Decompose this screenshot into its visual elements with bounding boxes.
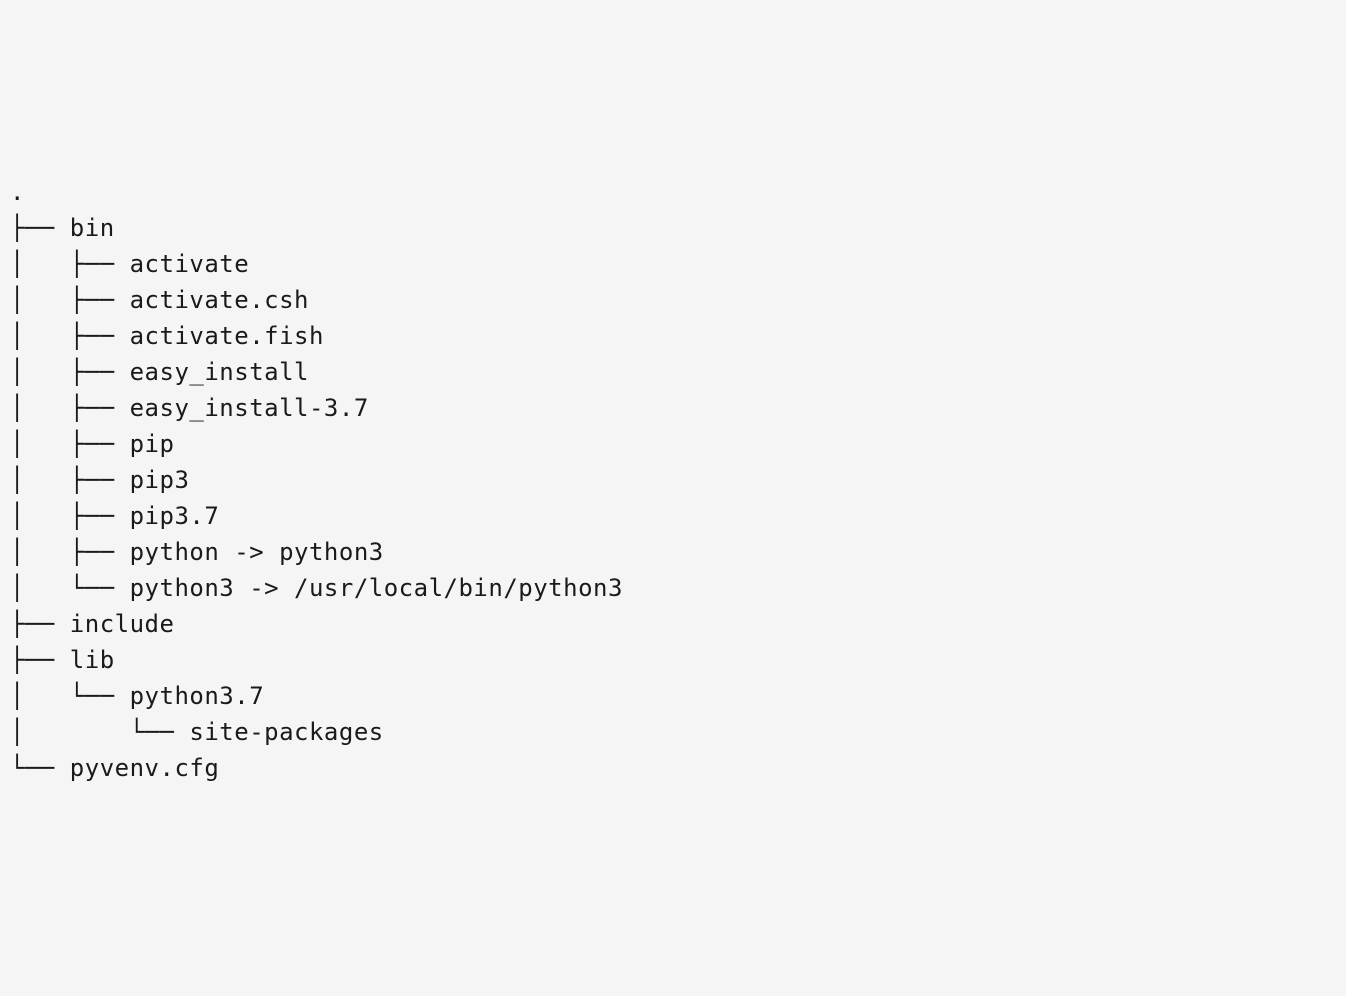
tree-file-pyvenv-cfg: └── pyvenv.cfg — [10, 750, 1336, 786]
tree-root: . — [10, 174, 1336, 210]
tree-symlink-python3: │ └── python3 -> /usr/local/bin/python3 — [10, 570, 1336, 606]
tree-file-pip: │ ├── pip — [10, 426, 1336, 462]
tree-file-activate-csh: │ ├── activate.csh — [10, 282, 1336, 318]
tree-file-activate-fish: │ ├── activate.fish — [10, 318, 1336, 354]
tree-file-activate: │ ├── activate — [10, 246, 1336, 282]
tree-file-easy-install-37: │ ├── easy_install-3.7 — [10, 390, 1336, 426]
tree-file-easy-install: │ ├── easy_install — [10, 354, 1336, 390]
tree-dir-lib: ├── lib — [10, 642, 1336, 678]
tree-file-pip37: │ ├── pip3.7 — [10, 498, 1336, 534]
tree-file-pip3: │ ├── pip3 — [10, 462, 1336, 498]
tree-dir-include: ├── include — [10, 606, 1336, 642]
tree-dir-site-packages: │ └── site-packages — [10, 714, 1336, 750]
tree-symlink-python: │ ├── python -> python3 — [10, 534, 1336, 570]
tree-output: .├── bin│ ├── activate│ ├── activate.csh… — [10, 174, 1336, 786]
tree-dir-bin: ├── bin — [10, 210, 1336, 246]
tree-dir-python37: │ └── python3.7 — [10, 678, 1336, 714]
